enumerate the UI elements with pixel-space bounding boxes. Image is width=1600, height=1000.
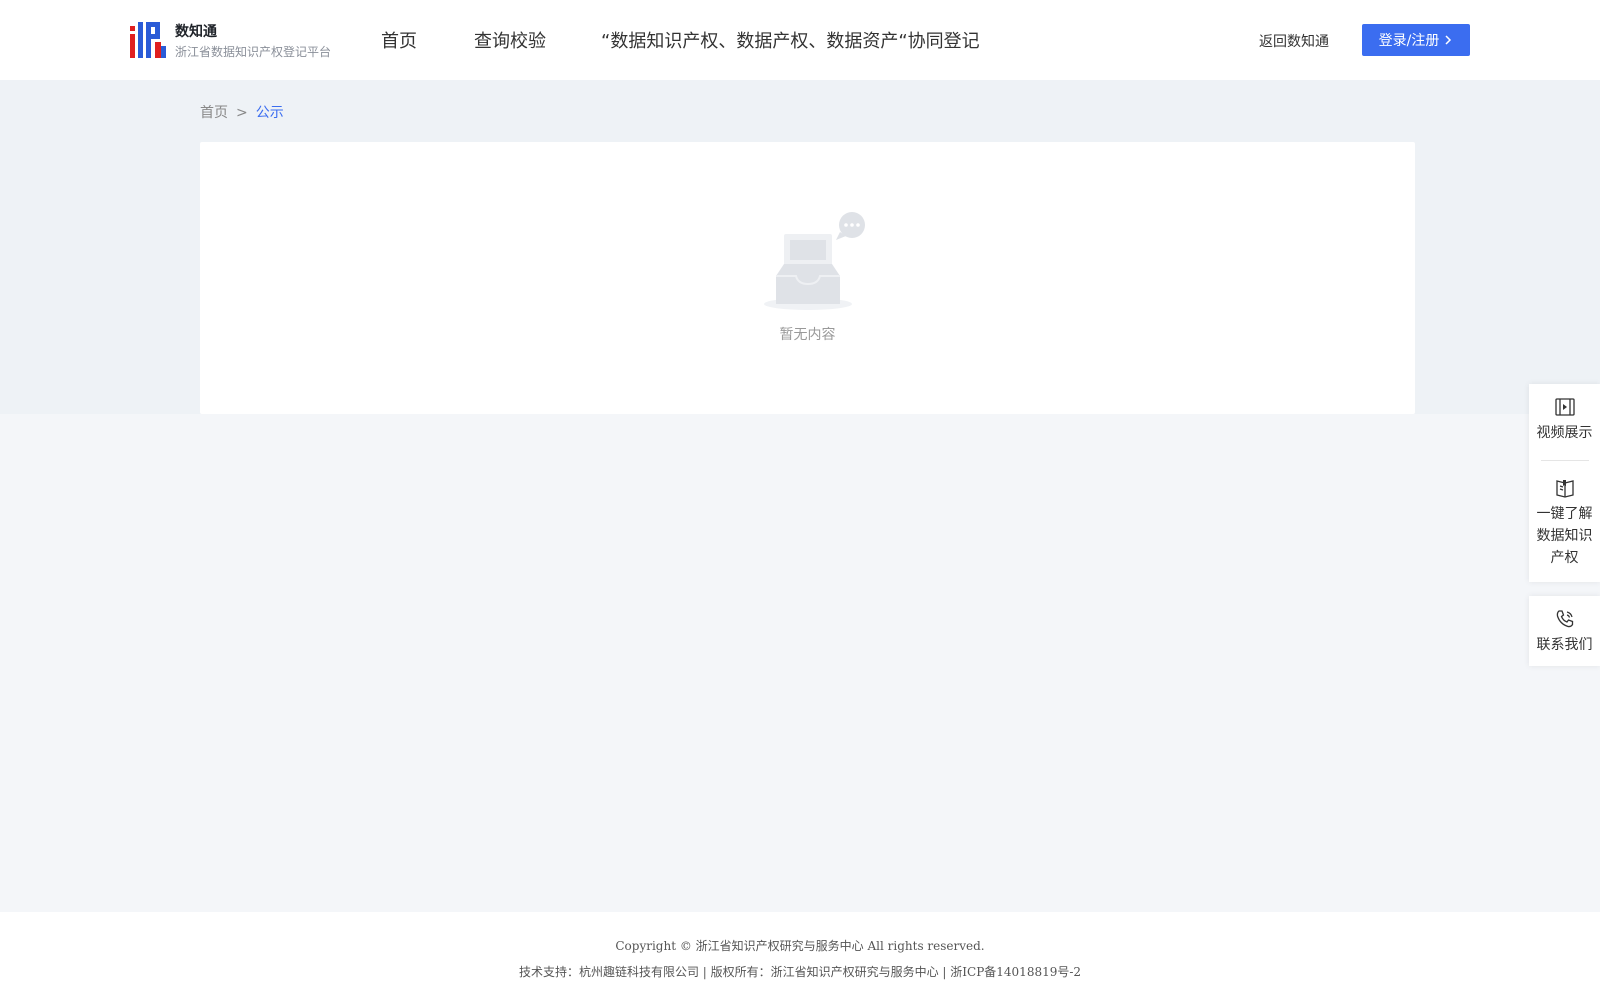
nav-joint-registration[interactable]: “数据知识产权、数据产权、数据资产“协同登记 (601, 27, 980, 53)
back-link[interactable]: 返回数知通 (1259, 31, 1329, 51)
logo-title: 数知通 (175, 24, 217, 40)
float-panel-top: 视频展示 一键了解数据知识产权 (1529, 384, 1600, 582)
video-icon (1554, 398, 1575, 416)
footer-support: 技术支持：杭州趣链科技有限公司 | 版权所有：浙江省知识产权研究与服务中心 | … (518, 965, 1082, 979)
float-video-label: 视频展示 (1536, 425, 1593, 441)
breadcrumb-current: 公示 (255, 105, 284, 121)
header: 数知通 浙江省数据知识产权登记平台 首页 查询校验 “数据知识产权、数据产权、数… (0, 0, 1600, 80)
float-video[interactable]: 视频展示 (1529, 384, 1600, 444)
logo-subtitle: 浙江省数据知识产权登记平台 (175, 45, 332, 59)
breadcrumb: 首页 > 公示 (200, 102, 284, 122)
footer: Copyright © 浙江省知识产权研究与服务中心 All rights re… (0, 912, 1600, 1000)
phone-icon (1556, 610, 1573, 628)
breadcrumb-separator: > (236, 105, 248, 121)
content-card: 暂无内容 (200, 142, 1415, 414)
logo-icon[interactable] (130, 22, 166, 58)
nav-query-verify[interactable]: 查询校验 (474, 27, 546, 53)
float-learn-label: 一键了解数据知识产权 (1536, 506, 1593, 566)
float-contact-label: 联系我们 (1536, 637, 1593, 653)
float-panel-bottom: 联系我们 (1529, 596, 1600, 666)
breadcrumb-home[interactable]: 首页 (200, 105, 228, 121)
nav-home[interactable]: 首页 (381, 27, 417, 53)
empty-inbox-icon (764, 212, 865, 310)
login-register-button[interactable]: 登录/注册 (1362, 24, 1470, 56)
empty-text: 暂无内容 (779, 327, 836, 343)
login-register-label: 登录/注册 (1378, 33, 1440, 49)
chevron-right-icon (1445, 35, 1452, 45)
float-learn[interactable]: 一键了解数据知识产权 (1529, 461, 1600, 569)
footer-copyright: Copyright © 浙江省知识产权研究与服务中心 All rights re… (615, 939, 985, 953)
float-contact[interactable]: 联系我们 (1529, 596, 1600, 656)
book-icon (1555, 480, 1574, 498)
